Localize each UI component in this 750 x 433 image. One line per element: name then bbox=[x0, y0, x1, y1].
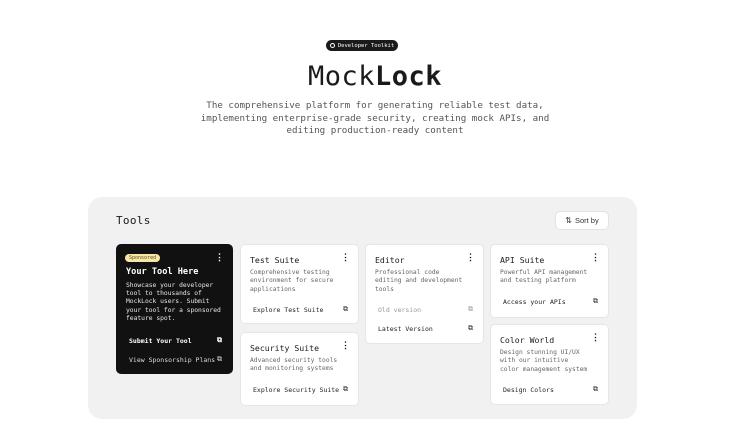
sponsored-card: Sponsored ⋮ Your Tool Here Showcase your… bbox=[116, 244, 233, 374]
link-label: Submit Your Tool bbox=[129, 336, 192, 345]
external-link-icon: ⧉ bbox=[343, 385, 348, 393]
card-title: Your Tool Here bbox=[126, 267, 199, 277]
sort-icon: ⇅ bbox=[565, 216, 572, 225]
color-world-card: ⋮ Color World Design stunning UI/UX with… bbox=[490, 324, 609, 405]
more-menu-icon[interactable]: ⋮ bbox=[591, 254, 600, 263]
badge-label: Developer Toolkit bbox=[337, 42, 395, 49]
design-colors-link[interactable]: Design Colors ⧉ bbox=[503, 385, 598, 394]
link-label: Explore Security Suite bbox=[253, 385, 340, 394]
api-suite-card: ⋮ API Suite Powerful API management and … bbox=[490, 244, 609, 318]
old-version-link[interactable]: Old version ⧉ bbox=[378, 305, 473, 314]
link-label: Design Colors bbox=[503, 385, 554, 394]
sort-button[interactable]: ⇅ Sort by bbox=[555, 211, 609, 230]
page-title: MockLock bbox=[0, 60, 750, 94]
sort-label: Sort by bbox=[574, 216, 599, 225]
card-description: Professional code editing and developmen… bbox=[375, 269, 463, 293]
tools-heading: Tools bbox=[116, 214, 151, 227]
explore-test-suite-link[interactable]: Explore Test Suite ⧉ bbox=[253, 305, 348, 314]
card-title: Editor bbox=[375, 255, 405, 265]
latest-version-link[interactable]: Latest Version ⧉ bbox=[378, 324, 473, 333]
more-menu-icon[interactable]: ⋮ bbox=[466, 254, 475, 263]
card-description: Comprehensive testing environment for se… bbox=[250, 269, 334, 293]
access-apis-link[interactable]: Access your APIs ⧉ bbox=[503, 297, 598, 306]
explore-security-suite-link[interactable]: Explore Security Suite ⧉ bbox=[253, 385, 348, 394]
test-suite-card: ⋮ Test Suite Comprehensive testing envir… bbox=[240, 244, 359, 324]
page-subtitle: The comprehensive platform for generatin… bbox=[200, 100, 550, 137]
card-description: Design stunning UI/UX with our intuitive… bbox=[500, 349, 588, 373]
title-lock: Lock bbox=[375, 61, 443, 92]
card-title: Security Suite bbox=[250, 343, 320, 353]
circle-icon bbox=[329, 43, 335, 48]
card-title: Color World bbox=[500, 335, 555, 345]
more-menu-icon[interactable]: ⋮ bbox=[215, 254, 224, 263]
more-menu-icon[interactable]: ⋮ bbox=[591, 334, 600, 343]
card-description: Powerful API management and testing plat… bbox=[500, 269, 588, 285]
link-label: View Sponsorship Plans bbox=[129, 355, 216, 364]
card-description: Advanced security tools and monitoring s… bbox=[250, 357, 338, 373]
link-label: Old version bbox=[378, 305, 422, 314]
card-description: Showcase your developer tool to thousand… bbox=[126, 282, 221, 322]
security-suite-card: ⋮ Security Suite Advanced security tools… bbox=[240, 332, 359, 406]
more-menu-icon[interactable]: ⋮ bbox=[341, 254, 350, 263]
developer-toolkit-badge: Developer Toolkit bbox=[326, 40, 398, 51]
editor-card: ⋮ Editor Professional code editing and d… bbox=[365, 244, 484, 344]
external-link-icon: ⧉ bbox=[343, 305, 348, 313]
link-label: Latest Version bbox=[378, 324, 433, 333]
external-link-icon: ⧉ bbox=[468, 324, 473, 332]
external-link-icon: ⧉ bbox=[468, 305, 473, 313]
external-link-icon: ⧉ bbox=[593, 297, 598, 305]
card-title: API Suite bbox=[500, 255, 545, 265]
more-menu-icon[interactable]: ⋮ bbox=[341, 342, 350, 351]
link-label: Access your APIs bbox=[503, 297, 566, 306]
view-sponsorship-plans-link[interactable]: View Sponsorship Plans ⧉ bbox=[129, 355, 222, 364]
sponsored-badge: Sponsored bbox=[125, 254, 161, 262]
submit-tool-link[interactable]: Submit Your Tool ⧉ bbox=[129, 336, 222, 345]
tools-panel: Tools ⇅ Sort by Sponsored ⋮ Your Tool He… bbox=[88, 197, 637, 419]
card-title: Test Suite bbox=[250, 255, 300, 265]
link-label: Explore Test Suite bbox=[253, 305, 324, 314]
external-link-icon: ⧉ bbox=[593, 385, 598, 393]
external-link-icon: ⧉ bbox=[217, 336, 222, 344]
title-mock: Mock bbox=[307, 61, 375, 92]
external-link-icon: ⧉ bbox=[217, 355, 222, 363]
